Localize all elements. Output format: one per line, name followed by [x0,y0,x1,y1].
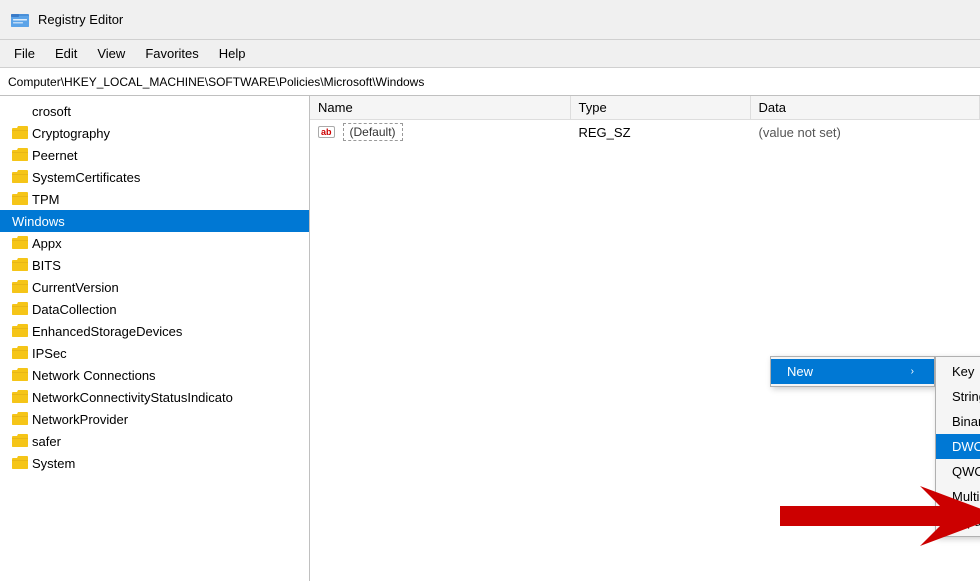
tree-item-label: TPM [32,192,59,207]
folder-icon [12,434,28,448]
tree-item-label: Peernet [32,148,78,163]
tree-item-label: NetworkProvider [32,412,128,427]
tree-item-label: crosoft [32,104,71,119]
title-bar: Registry Editor [0,0,980,40]
app-icon [10,10,30,30]
submenu-item-key[interactable]: Key [936,359,980,384]
main-area: crosoft Cryptography Peernet SystemCerti… [0,96,980,581]
registry-table: Name Type Data ab (Default) REG_SZ (valu… [310,96,980,144]
window-title: Registry Editor [38,12,123,27]
tree-item-label: BITS [32,258,61,273]
folder-icon [12,302,28,316]
folder-icon [12,412,28,426]
tree-item-label: IPSec [32,346,67,361]
tree-item-label: NetworkConnectivityStatusIndicato [32,390,233,405]
cell-name: ab (Default) [310,120,570,145]
tree-item-label: SystemCertificates [32,170,140,185]
tree-item[interactable]: NetworkConnectivityStatusIndicato [0,386,309,408]
folder-icon [12,236,28,250]
tree-item-label: Cryptography [32,126,110,141]
folder-icon [12,170,28,184]
submenu-item-dword-value[interactable]: DWORD (32-bit) Value [936,434,980,459]
tree-item[interactable]: DataCollection [0,298,309,320]
address-path: Computer\HKEY_LOCAL_MACHINE\SOFTWARE\Pol… [8,75,424,89]
tree-item[interactable]: Windows [0,210,309,232]
tree-item-label: DataCollection [32,302,117,317]
address-bar: Computer\HKEY_LOCAL_MACHINE\SOFTWARE\Pol… [0,68,980,96]
submenu-item-binary-value[interactable]: Binary Value [936,409,980,434]
folder-icon [12,192,28,206]
tree-item-label: CurrentVersion [32,280,119,295]
tree-item[interactable]: Appx [0,232,309,254]
context-menu-new: New › [770,356,935,387]
cell-data: (value not set) [750,120,980,145]
table-row[interactable]: ab (Default) REG_SZ (value not set) [310,120,980,145]
tree-item-label: Network Connections [32,368,156,383]
folder-icon [12,456,28,470]
tree-item-label: EnhancedStorageDevices [32,324,182,339]
tree-item[interactable]: BITS [0,254,309,276]
tree-item-label: Windows [12,214,65,229]
folder-icon [12,368,28,382]
submenu-item-expandable-string[interactable]: Expandable String Value [936,509,980,534]
submenu-item-qword-value[interactable]: QWORD (64-bit) Value [936,459,980,484]
tree-item-label: safer [32,434,61,449]
tree-item[interactable]: EnhancedStorageDevices [0,320,309,342]
menu-favorites[interactable]: Favorites [135,44,208,63]
submenu: Key String Value Binary Value DWORD (32-… [935,356,980,537]
tree-item[interactable]: Peernet [0,144,309,166]
default-name: (Default) [343,123,403,141]
tree-item[interactable]: IPSec [0,342,309,364]
folder-icon [12,148,28,162]
folder-icon [12,390,28,404]
col-type: Type [570,96,750,120]
submenu-item-string-value[interactable]: String Value [936,384,980,409]
menu-help[interactable]: Help [209,44,256,63]
folder-icon [12,346,28,360]
right-panel: Name Type Data ab (Default) REG_SZ (valu… [310,96,980,581]
tree-item[interactable]: safer [0,430,309,452]
tree-item[interactable]: Cryptography [0,122,309,144]
folder-icon [12,258,28,272]
tree-item[interactable]: crosoft [0,100,309,122]
folder-icon [12,324,28,338]
tree-panel: crosoft Cryptography Peernet SystemCerti… [0,96,310,581]
menu-edit[interactable]: Edit [45,44,87,63]
col-data: Data [750,96,980,120]
submenu-item-multi-string[interactable]: Multi-String Value [936,484,980,509]
tree-item[interactable]: NetworkProvider [0,408,309,430]
tree-item[interactable]: SystemCertificates [0,166,309,188]
submenu-arrow: › [911,366,914,377]
menu-view[interactable]: View [87,44,135,63]
tree-item-label: System [32,456,75,471]
menu-bar: File Edit View Favorites Help [0,40,980,68]
menu-file[interactable]: File [4,44,45,63]
menu-item-new[interactable]: New › [771,359,934,384]
folder-icon [12,280,28,294]
cell-type: REG_SZ [570,120,750,145]
tree-item[interactable]: TPM [0,188,309,210]
tree-item[interactable]: System [0,452,309,474]
folder-icon [12,126,28,140]
tree-item[interactable]: CurrentVersion [0,276,309,298]
ab-icon: ab [318,126,335,138]
col-name: Name [310,96,570,120]
tree-item-label: Appx [32,236,62,251]
tree-item[interactable]: Network Connections [0,364,309,386]
